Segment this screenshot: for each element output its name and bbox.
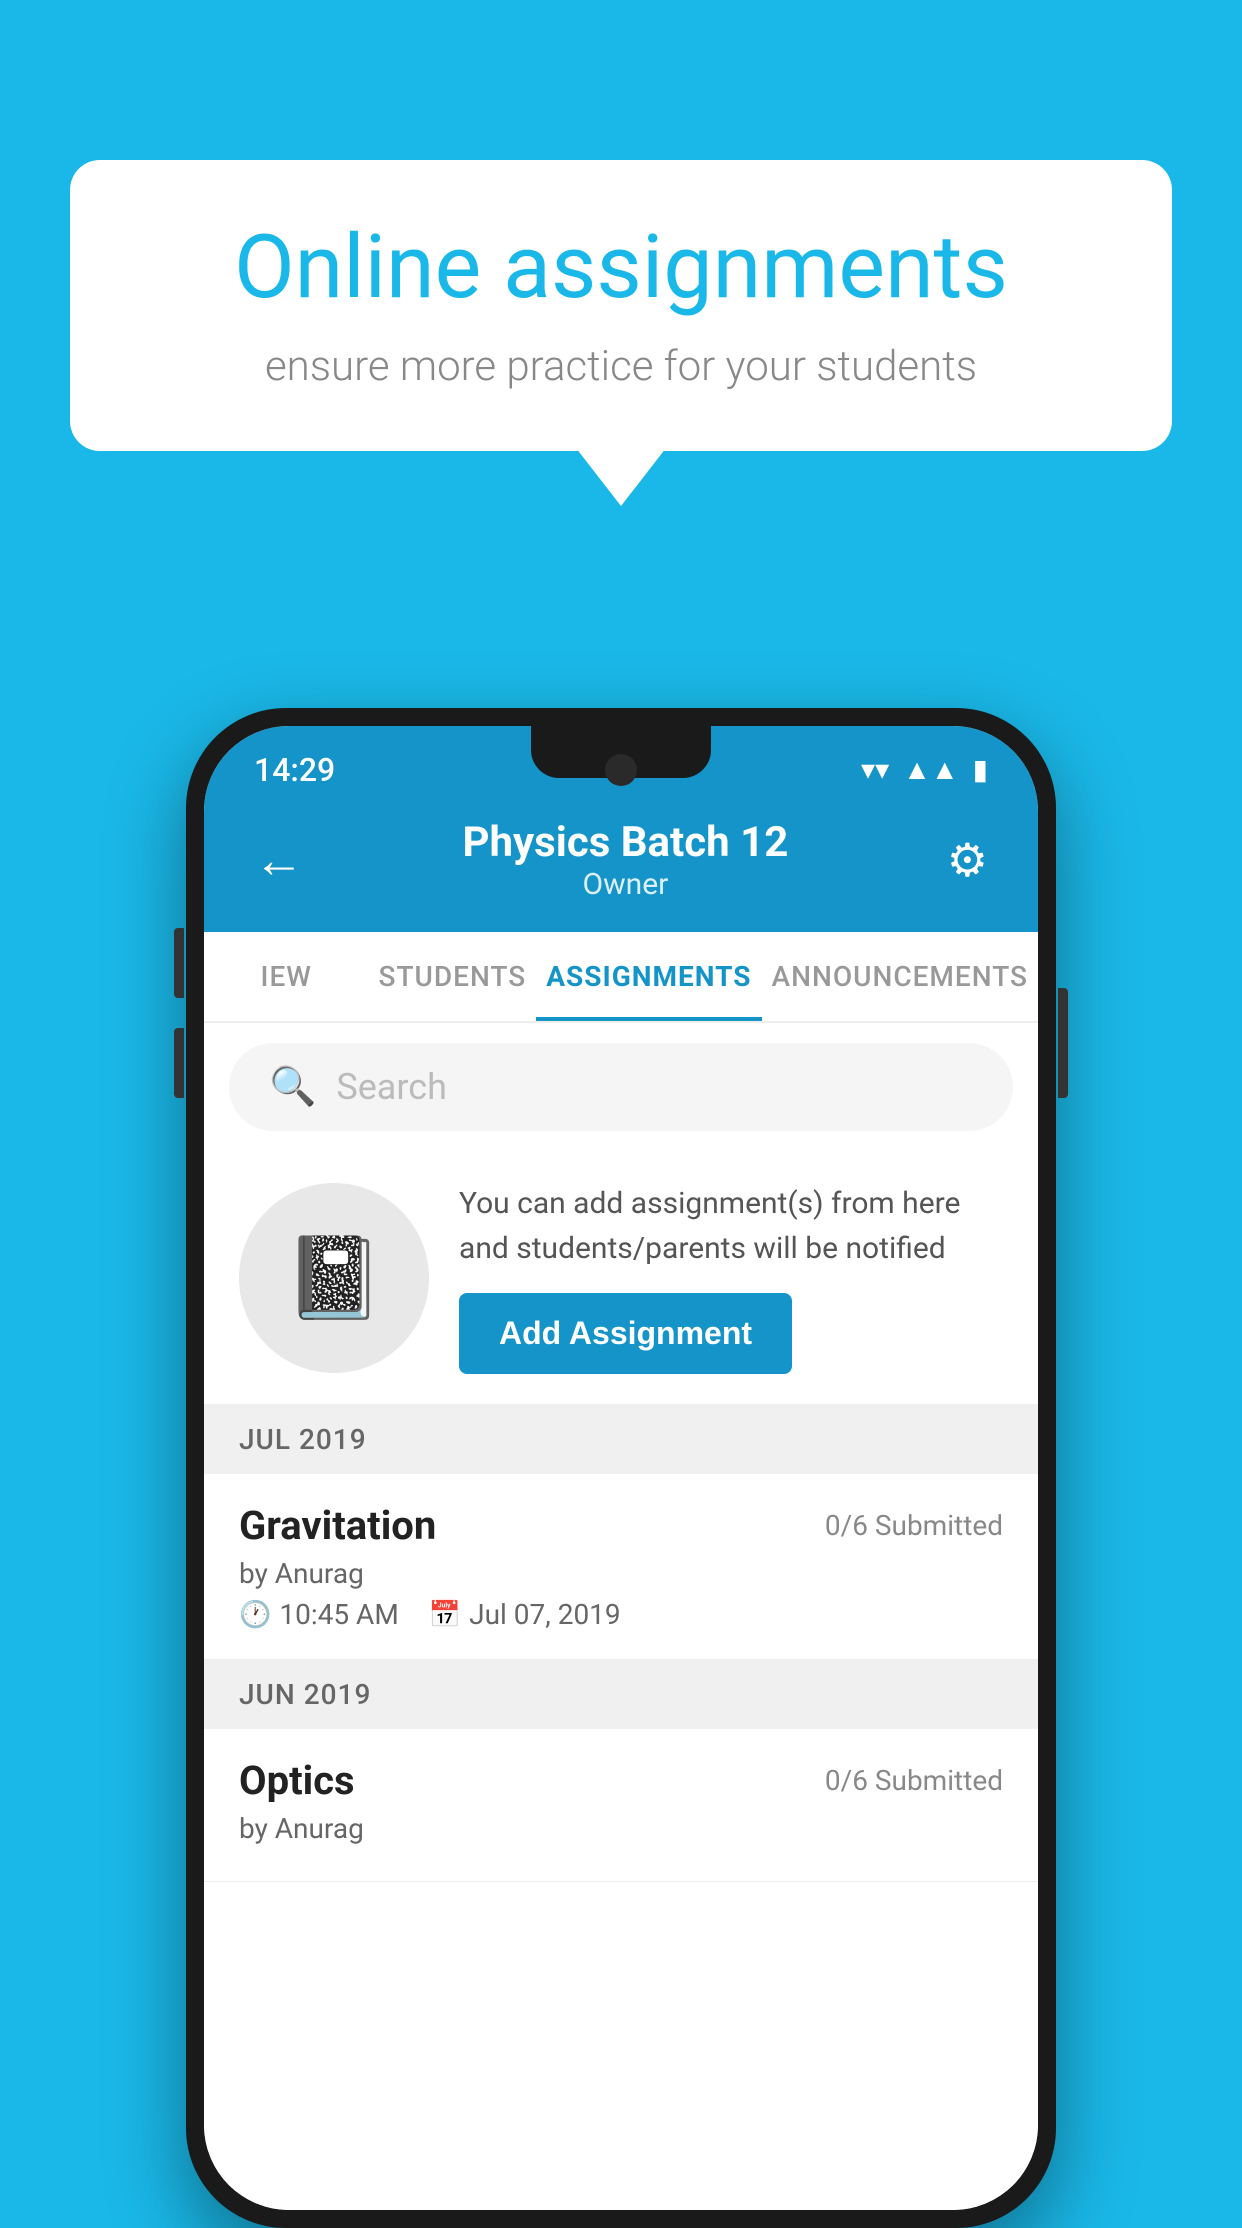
header-title: Physics Batch 12 [462, 818, 788, 867]
phone-notch [531, 726, 711, 778]
assignment-meta: 🕐 10:45 AM 📅 Jul 07, 2019 [239, 1598, 1003, 1631]
tab-iew[interactable]: IEW [204, 932, 369, 1021]
assignment-by-optics: by Anurag [239, 1812, 1003, 1845]
notebook-icon: 📓 [284, 1231, 384, 1325]
add-assignment-button[interactable]: Add Assignment [459, 1293, 792, 1374]
header-title-block: Physics Batch 12 Owner [462, 818, 788, 902]
status-icons: ▾▾ ▲▲ ▮ [861, 753, 988, 786]
status-time: 14:29 [254, 751, 335, 789]
assignment-submitted-optics: 0/6 Submitted [825, 1764, 1003, 1797]
battery-icon: ▮ [973, 753, 988, 786]
speech-bubble-card: Online assignments ensure more practice … [70, 160, 1172, 451]
phone-screen: 14:29 ▾▾ ▲▲ ▮ ← Physics Batch 12 Owner ⚙… [204, 726, 1038, 2210]
assignment-title: Gravitation [239, 1502, 436, 1549]
tab-assignments[interactable]: ASSIGNMENTS [536, 932, 761, 1021]
phone-button-right [1058, 988, 1068, 1098]
phone-camera [605, 754, 637, 786]
promo-card: 📓 You can add assignment(s) from here an… [204, 1151, 1038, 1405]
speech-bubble-section: Online assignments ensure more practice … [70, 160, 1172, 451]
assignment-time: 🕐 10:45 AM [239, 1598, 399, 1631]
search-container: 🔍 Search [204, 1023, 1038, 1151]
app-header: ← Physics Batch 12 Owner ⚙ [204, 798, 1038, 932]
search-placeholder: Search [336, 1066, 447, 1108]
search-input[interactable]: 🔍 Search [229, 1043, 1013, 1131]
wifi-icon: ▾▾ [861, 753, 889, 786]
assignment-by: by Anurag [239, 1557, 1003, 1590]
header-subtitle: Owner [462, 867, 788, 902]
assignment-title-optics: Optics [239, 1757, 355, 1804]
tabs-bar: IEW STUDENTS ASSIGNMENTS ANNOUNCEMENTS [204, 932, 1038, 1023]
tab-announcements[interactable]: ANNOUNCEMENTS [762, 932, 1038, 1021]
promo-text: You can add assignment(s) from here and … [459, 1181, 1003, 1271]
assignment-item-gravitation[interactable]: Gravitation 0/6 Submitted by Anurag 🕐 10… [204, 1474, 1038, 1660]
speech-bubble-title: Online assignments [150, 220, 1092, 317]
search-icon: 🔍 [269, 1065, 316, 1109]
speech-bubble-subtitle: ensure more practice for your students [150, 342, 1092, 391]
signal-icon: ▲▲ [903, 753, 958, 786]
promo-content: You can add assignment(s) from here and … [459, 1181, 1003, 1374]
phone-frame: 14:29 ▾▾ ▲▲ ▮ ← Physics Batch 12 Owner ⚙… [186, 708, 1056, 2228]
clock-icon: 🕐 [239, 1600, 271, 1630]
assignment-item-optics[interactable]: Optics 0/6 Submitted by Anurag [204, 1729, 1038, 1882]
phone-button-left2 [174, 1028, 184, 1098]
settings-button[interactable]: ⚙ [947, 833, 988, 888]
section-header-jun: JUN 2019 [204, 1660, 1038, 1729]
screen-content: 🔍 Search 📓 You can add assignment(s) fro… [204, 1023, 1038, 2210]
assignment-submitted: 0/6 Submitted [825, 1509, 1003, 1542]
calendar-icon: 📅 [429, 1600, 461, 1630]
assignment-date: 📅 Jul 07, 2019 [429, 1598, 621, 1631]
section-header-jul: JUL 2019 [204, 1405, 1038, 1474]
phone-button-left1 [174, 928, 184, 998]
back-button[interactable]: ← [254, 831, 304, 890]
tab-students[interactable]: STUDENTS [369, 932, 537, 1021]
promo-icon-circle: 📓 [239, 1183, 429, 1373]
